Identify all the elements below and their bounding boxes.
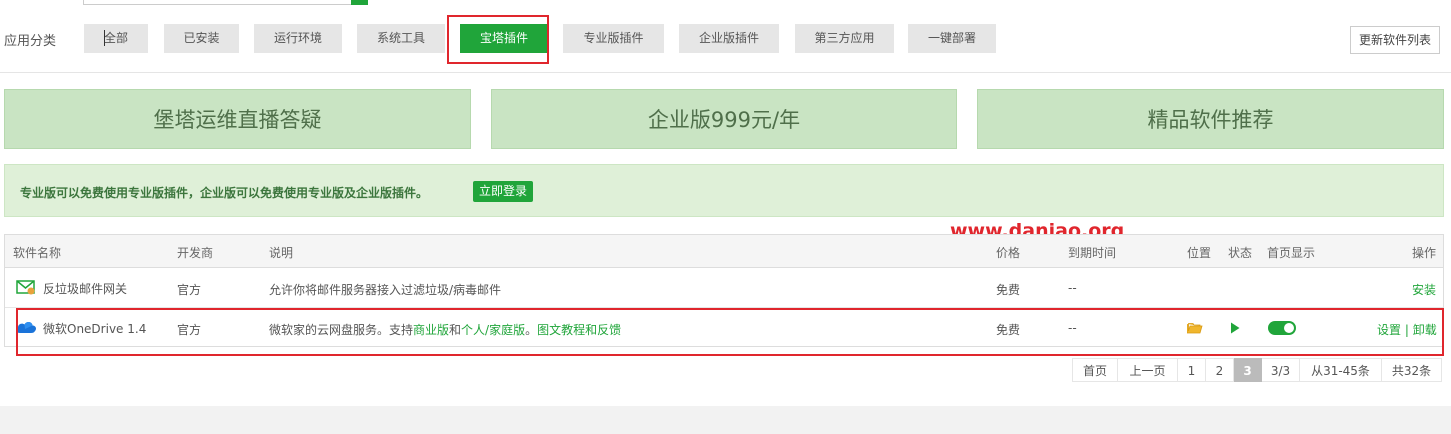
expire-time: -- [1068, 281, 1077, 295]
search-input[interactable] [83, 0, 353, 5]
category-installed[interactable]: 已安装 [164, 24, 239, 53]
page-range: 从31-45条 [1300, 358, 1382, 382]
alert-text: 专业版可以免费使用专业版插件，企业版可以免费使用专业版及企业版插件。 [20, 186, 429, 200]
th-home-display: 首页显示 [1267, 246, 1316, 260]
page-first[interactable]: 首页 [1072, 358, 1118, 382]
page-3-current: 3 [1234, 358, 1262, 382]
th-description: 说明 [269, 246, 294, 260]
category-all[interactable]: 全部 [84, 24, 148, 53]
developer: 官方 [177, 283, 202, 297]
th-action: 操作 [1412, 246, 1437, 260]
th-expire: 到期时间 [1068, 246, 1117, 260]
th-developer: 开发商 [177, 246, 214, 260]
login-now-button[interactable]: 立即登录 [473, 181, 534, 202]
refresh-software-list-button[interactable]: 更新软件列表 [1350, 26, 1440, 54]
text-cursor [104, 30, 105, 46]
page-2[interactable]: 2 [1206, 358, 1234, 382]
software-name: 反垃圾邮件网关 [43, 282, 128, 296]
divider [0, 72, 1451, 73]
category-one-click-deploy[interactable]: 一键部署 [908, 24, 996, 53]
highlight-box-row [16, 308, 1444, 356]
mail-shield-icon [16, 279, 36, 298]
table-header: 软件名称 开发商 说明 价格 到期时间 位置 状态 首页显示 操作 [5, 235, 1443, 268]
footer-band [0, 406, 1451, 434]
th-price: 价格 [996, 246, 1021, 260]
category-label: 应用分类 [4, 34, 57, 49]
category-pro-plugins[interactable]: 专业版插件 [563, 24, 664, 53]
banner-featured-software[interactable]: 精品软件推荐 [977, 89, 1444, 149]
membership-alert: 专业版可以免费使用专业版插件，企业版可以免费使用专业版及企业版插件。 立即登录 [4, 164, 1444, 217]
page-1[interactable]: 1 [1178, 358, 1206, 382]
description: 允许你将邮件服务器接入过滤垃圾/病毒邮件 [269, 283, 502, 297]
th-position: 位置 [1187, 246, 1212, 260]
category-third-party[interactable]: 第三方应用 [795, 24, 894, 53]
table-row: 反垃圾邮件网关 官方 允许你将邮件服务器接入过滤垃圾/病毒邮件 免费 -- 安装 [5, 268, 1443, 308]
price: 免费 [996, 283, 1021, 297]
page-prev[interactable]: 上一页 [1118, 358, 1178, 382]
category-system-tools[interactable]: 系统工具 [357, 24, 445, 53]
category-runtime[interactable]: 运行环境 [254, 24, 342, 53]
install-link[interactable]: 安装 [1412, 281, 1436, 298]
th-name: 软件名称 [13, 246, 62, 260]
banner-enterprise-price[interactable]: 企业版999元/年 [491, 89, 957, 149]
search-button[interactable] [351, 0, 368, 5]
category-enterprise-plugins[interactable]: 企业版插件 [679, 24, 779, 53]
banner-live-qa[interactable]: 堡塔运维直播答疑 [4, 89, 471, 149]
highlight-box-category [447, 15, 549, 64]
page-count: 3/3 [1262, 358, 1300, 382]
page-total: 共32条 [1382, 358, 1442, 382]
th-status: 状态 [1228, 246, 1253, 260]
